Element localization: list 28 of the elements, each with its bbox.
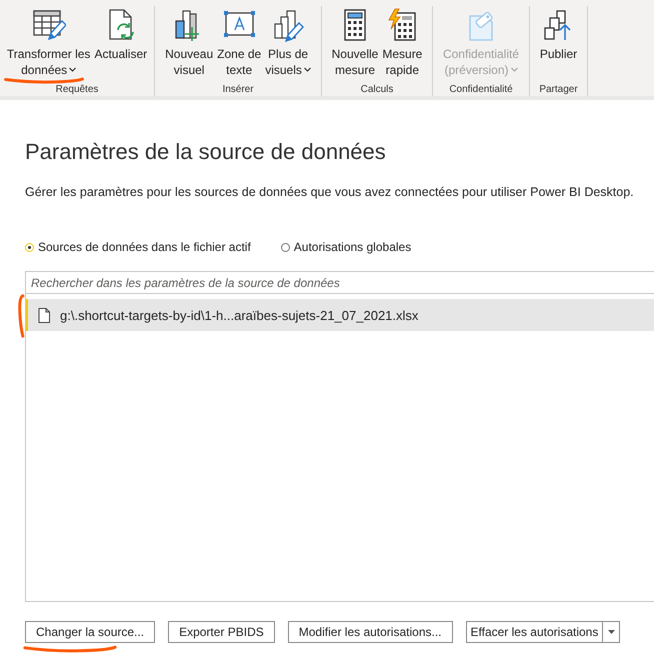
chevron-icon bbox=[69, 67, 76, 72]
scope-radio[interactable]: Autorisations globales bbox=[280, 240, 412, 254]
file-icon bbox=[38, 308, 50, 322]
group-label: Partager bbox=[538, 84, 579, 96]
caret-icon bbox=[608, 630, 615, 634]
ribbon-button[interactable]: Nouvelle mesure bbox=[330, 6, 380, 78]
description-text: Gérer les paramètres pour les sources de données que vous avez connectées pour utiliser Power BI Desktop. bbox=[25, 184, 635, 200]
chevron-icon bbox=[304, 67, 311, 72]
group-label: Requêtes bbox=[54, 84, 100, 96]
ribbon-button[interactable]: Mesure rapide bbox=[381, 6, 424, 78]
ribbon-button[interactable]: Zone de texte bbox=[216, 6, 262, 78]
ribbon-button[interactable]: Plus de visuels bbox=[264, 6, 312, 78]
scope-radio[interactable]: Sources de données dans le fichier actif bbox=[25, 240, 251, 254]
dialog-title: Paramètres de la source de données bbox=[25, 138, 387, 166]
group-label: Insérer bbox=[221, 84, 255, 96]
ribbon-button[interactable]: Nouveau visuel bbox=[164, 6, 214, 78]
group-label: Confidentialité bbox=[448, 84, 514, 96]
source-path: g:\.shortcut-targets-by-id\1-h...araïbes-sujets-21_07_2021.xlsx bbox=[60, 308, 418, 322]
source-row[interactable]: g:\.shortcut-targets-by-id\1-h...araïbes-sujets-21_07_2021.xlsx bbox=[26, 299, 654, 331]
action-button[interactable]: Modifier les autorisations... bbox=[288, 621, 452, 643]
ribbon-button[interactable]: Transformer les données bbox=[6, 6, 92, 78]
action-button[interactable]: Changer la source... bbox=[25, 621, 156, 643]
group-label: Calculs bbox=[360, 84, 394, 96]
table-pencil-icon bbox=[32, 8, 66, 42]
action-button[interactable]: Exporter PBIDS bbox=[168, 621, 275, 643]
ribbon-button[interactable]: Publier bbox=[538, 6, 578, 62]
chevron-icon bbox=[510, 67, 518, 72]
ribbon-button[interactable]: Actualiser bbox=[93, 6, 148, 62]
